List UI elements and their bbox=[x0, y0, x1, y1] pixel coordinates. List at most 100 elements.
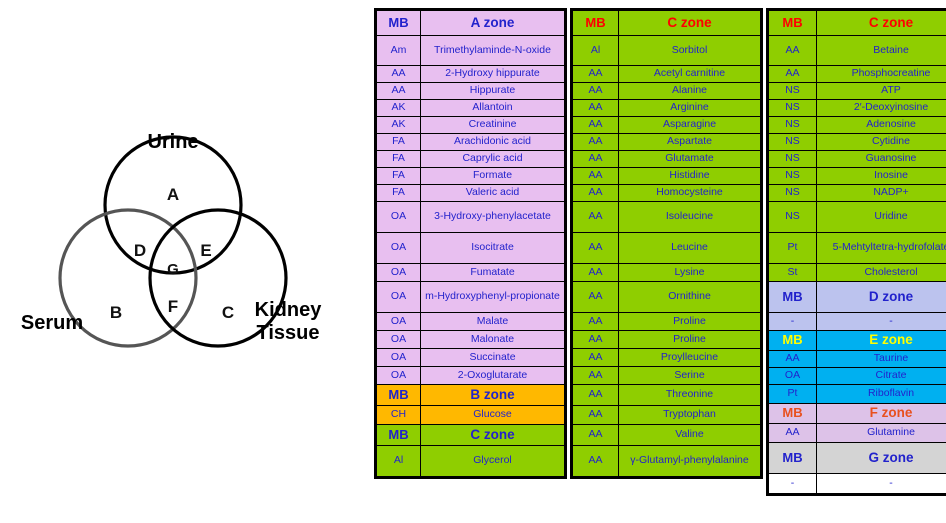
table-row: NS ATP bbox=[769, 82, 946, 99]
metabolite-class-cell: AA bbox=[573, 313, 619, 330]
zone-name-cell: A zone bbox=[421, 11, 564, 35]
table-row: AA Isoleucine bbox=[573, 201, 760, 232]
zone-name-cell: F zone bbox=[817, 404, 946, 423]
metabolite-name-cell: 2-Hydroxy hippurate bbox=[421, 66, 564, 82]
metabolite-name-cell: Valine bbox=[619, 425, 760, 445]
venn-label-kidney-tissue-line1: Kidney bbox=[255, 299, 323, 321]
metabolite-name-cell: Sorbitol bbox=[619, 36, 760, 65]
table-row: Al Sorbitol bbox=[573, 35, 760, 65]
metabolite-class-cell: AA bbox=[573, 117, 619, 133]
venn-label-kidney-tissue-line2: Tissue bbox=[257, 322, 320, 344]
metabolite-name-cell: NADP+ bbox=[817, 185, 946, 201]
table-row: AA Proline bbox=[573, 312, 760, 330]
metabolite-name-cell: Proline bbox=[619, 313, 760, 330]
metabolite-class-cell: OA bbox=[377, 349, 421, 366]
metabolite-class-cell: AA bbox=[769, 36, 817, 65]
metabolite-class-cell: AA bbox=[573, 168, 619, 184]
venn-region-g: G bbox=[167, 261, 179, 278]
zone-name-cell: C zone bbox=[619, 11, 760, 35]
metabolite-class-cell: AA bbox=[377, 83, 421, 99]
zone-name-cell: E zone bbox=[817, 331, 946, 350]
table-row: OA Malate bbox=[377, 312, 564, 330]
metabolite-class-cell: MB bbox=[573, 11, 619, 35]
metabolite-class-cell: - bbox=[769, 474, 817, 493]
metabolite-name-cell: Lysine bbox=[619, 264, 760, 281]
venn-diagram: Urine Serum Kidney Tissue A B C D E F G bbox=[21, 131, 323, 348]
metabolite-name-cell: γ-Glutamyl-phenylalanine bbox=[619, 446, 760, 476]
table-row: AA Phosphocreatine bbox=[769, 65, 946, 82]
table-row: NS Guanosine bbox=[769, 150, 946, 167]
zone-title-row: MB D zone bbox=[769, 281, 946, 312]
metabolite-name-cell: Adenosine bbox=[817, 117, 946, 133]
metabolite-class-cell: AA bbox=[573, 83, 619, 99]
metabolite-class-cell: OA bbox=[377, 313, 421, 330]
metabolite-name-cell: Uridine bbox=[817, 202, 946, 232]
metabolite-name-cell: Cholesterol bbox=[817, 264, 946, 281]
metabolite-name-cell: Hippurate bbox=[421, 83, 564, 99]
table-row: AA 2-Hydroxy hippurate bbox=[377, 65, 564, 82]
metabolite-name-cell: Isoleucine bbox=[619, 202, 760, 232]
table-row: AA Alanine bbox=[573, 82, 760, 99]
metabolite-class-cell: AA bbox=[573, 367, 619, 384]
zone-name-cell: C zone bbox=[421, 425, 564, 445]
metabolite-name-cell: Guanosine bbox=[817, 151, 946, 167]
metabolite-class-cell: AA bbox=[573, 185, 619, 201]
table-row: Pt 5-Mehtyltetra-hydrofolate bbox=[769, 232, 946, 263]
table-row: AK Creatinine bbox=[377, 116, 564, 133]
metabolite-class-cell: OA bbox=[377, 331, 421, 348]
venn-circle-urine bbox=[103, 135, 243, 275]
table-row: OA 2-Oxoglutarate bbox=[377, 366, 564, 384]
table-row: AA Acetyl carnitine bbox=[573, 65, 760, 82]
table-row: AA Glutamate bbox=[573, 150, 760, 167]
zone-name-cell: C zone bbox=[817, 11, 946, 35]
metabolite-class-cell: NS bbox=[769, 134, 817, 150]
metabolite-class-cell: MB bbox=[769, 282, 817, 312]
metabolite-class-cell: St bbox=[769, 264, 817, 281]
metabolite-name-cell: Trimethylaminde-N-oxide bbox=[421, 36, 564, 65]
metabolite-name-cell: Betaine bbox=[817, 36, 946, 65]
metabolite-class-cell: AA bbox=[573, 331, 619, 348]
metabolite-class-cell: NS bbox=[769, 83, 817, 99]
metabolite-name-cell: Homocysteine bbox=[619, 185, 760, 201]
metabolite-class-cell: AA bbox=[573, 349, 619, 366]
table-row: AA Homocysteine bbox=[573, 184, 760, 201]
table-header-row: MB C zone bbox=[769, 11, 946, 35]
metabolite-name-cell: Glutamine bbox=[817, 424, 946, 442]
metabolite-name-cell: Tryptophan bbox=[619, 406, 760, 424]
metabolite-class-cell: AA bbox=[573, 425, 619, 445]
zone-name-cell: B zone bbox=[421, 385, 564, 405]
metabolite-class-cell: AA bbox=[769, 424, 817, 442]
venn-region-d: D bbox=[134, 241, 146, 260]
metabolite-class-cell: AA bbox=[573, 406, 619, 424]
table-row: AA γ-Glutamyl-phenylalanine bbox=[573, 445, 760, 476]
table-row: AA Glutamine bbox=[769, 423, 946, 442]
metabolite-name-cell: Glucose bbox=[421, 406, 564, 424]
metabolite-name-cell: Riboflavin bbox=[817, 385, 946, 403]
zone-name-cell: D zone bbox=[817, 282, 946, 312]
table-row: OA m-Hydroxyphenyl-propionate bbox=[377, 281, 564, 312]
metabolite-class-cell: FA bbox=[377, 168, 421, 184]
table-row: AA Betaine bbox=[769, 35, 946, 65]
metabolite-name-cell: 2′-Deoxyinosine bbox=[817, 100, 946, 116]
zone-title-row: MB G zone bbox=[769, 442, 946, 473]
table-header-row: MB C zone bbox=[573, 11, 760, 35]
table-row: AA Valine bbox=[573, 424, 760, 445]
table-row: AA Threonine bbox=[573, 384, 760, 405]
block-c1: MB C zone Al Sorbitol AA Acetyl carnitine AA Al… bbox=[570, 8, 763, 479]
metabolite-class-cell: AA bbox=[769, 66, 817, 82]
metabolite-class-cell: NS bbox=[769, 100, 817, 116]
metabolite-name-cell: Isocitrate bbox=[421, 233, 564, 263]
metabolite-class-cell: CH bbox=[377, 406, 421, 424]
table-row: OA Citrate bbox=[769, 367, 946, 384]
metabolite-name-cell: Succinate bbox=[421, 349, 564, 366]
metabolite-class-cell: NS bbox=[769, 168, 817, 184]
table-row: -- bbox=[769, 312, 946, 330]
metabolite-name-cell: Alanine bbox=[619, 83, 760, 99]
metabolite-class-cell: OA bbox=[377, 282, 421, 312]
metabolite-class-cell: NS bbox=[769, 185, 817, 201]
metabolite-name-cell: Creatinine bbox=[421, 117, 564, 133]
table-row: FA Caprylic acid bbox=[377, 150, 564, 167]
table-row: NS NADP+ bbox=[769, 184, 946, 201]
table-row: AA Hippurate bbox=[377, 82, 564, 99]
table-row: FA Formate bbox=[377, 167, 564, 184]
